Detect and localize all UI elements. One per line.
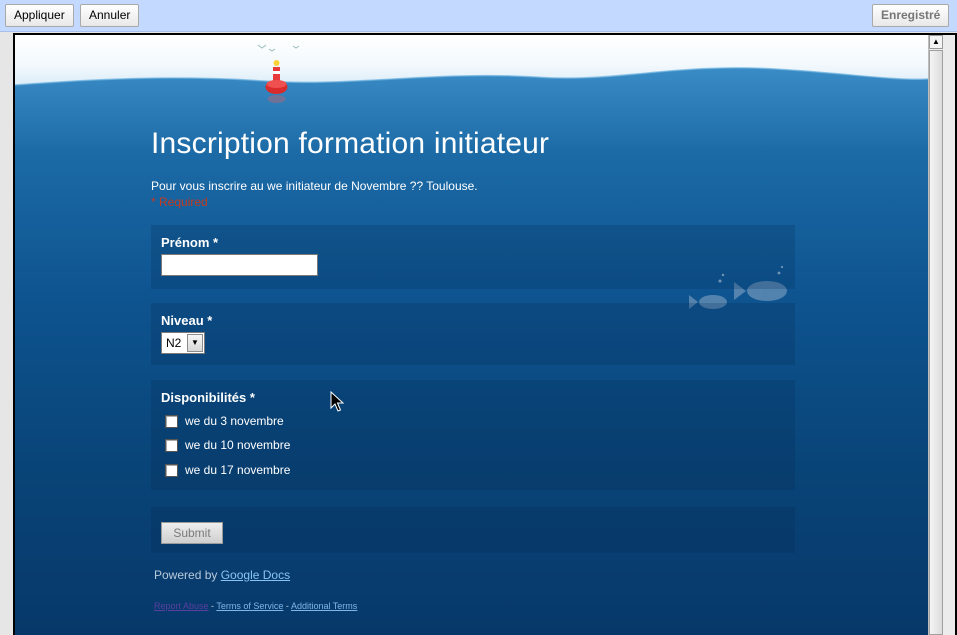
saved-button[interactable]: Enregistré bbox=[872, 4, 950, 27]
arrow-up-icon[interactable]: ▲ bbox=[929, 35, 943, 49]
required-note: * Required bbox=[151, 195, 208, 209]
required-star: * bbox=[207, 313, 213, 328]
form-description: Pour vous inscrire au we initiateur de N… bbox=[151, 179, 478, 193]
form-viewport: Inscription formation initiateur Pour vo… bbox=[15, 35, 928, 635]
dispo-option-label: we du 17 novembre bbox=[185, 463, 291, 477]
powered-prefix: Powered by bbox=[154, 568, 218, 582]
dispo-label: Disponibilités * bbox=[161, 390, 255, 405]
separator: - bbox=[283, 601, 291, 611]
prenom-input[interactable] bbox=[161, 254, 318, 276]
niveau-label-text: Niveau bbox=[161, 313, 204, 328]
prenom-label-text: Prénom bbox=[161, 235, 210, 250]
dispo-option-label: we du 3 novembre bbox=[185, 414, 284, 428]
form-title: Inscription formation initiateur bbox=[151, 127, 550, 160]
top-toolbar: Appliquer Annuler Enregistré bbox=[0, 0, 957, 32]
submit-button[interactable]: Submit bbox=[161, 522, 223, 544]
dispo-checkbox-3[interactable] bbox=[165, 464, 178, 477]
mouse-pointer-icon bbox=[330, 391, 344, 412]
report-abuse-link[interactable]: Report Abuse bbox=[154, 601, 209, 611]
submit-panel bbox=[151, 507, 795, 553]
cancel-button[interactable]: Annuler bbox=[80, 4, 140, 27]
footer-links: Report Abuse - Terms of Service - Additi… bbox=[154, 601, 357, 611]
google-docs-link[interactable]: Google Docs bbox=[221, 568, 290, 582]
niveau-label: Niveau * bbox=[161, 313, 212, 328]
niveau-select[interactable]: N2 ▼ bbox=[161, 332, 205, 354]
buoy-icon bbox=[257, 44, 300, 103]
dispo-checkbox-2[interactable] bbox=[165, 439, 178, 452]
apply-button[interactable]: Appliquer bbox=[5, 4, 74, 27]
preview-frame: Inscription formation initiateur Pour vo… bbox=[13, 33, 957, 635]
scrollbar-thumb[interactable] bbox=[929, 50, 943, 635]
prenom-label: Prénom * bbox=[161, 235, 218, 250]
required-star: * bbox=[213, 235, 219, 250]
powered-by: Powered by Google Docs bbox=[154, 568, 290, 582]
required-star: * bbox=[249, 390, 255, 405]
vertical-scrollbar[interactable]: ▲ bbox=[928, 35, 955, 635]
question-panel-niveau bbox=[151, 303, 795, 365]
dispo-option-label: we du 10 novembre bbox=[185, 438, 291, 452]
chevron-down-icon[interactable]: ▼ bbox=[187, 334, 203, 352]
niveau-selected-value: N2 bbox=[166, 336, 182, 350]
dispo-label-text: Disponibilités bbox=[161, 390, 247, 405]
additional-terms-link[interactable]: Additional Terms bbox=[291, 601, 357, 611]
dispo-checkbox-1[interactable] bbox=[165, 415, 178, 428]
terms-link[interactable]: Terms of Service bbox=[216, 601, 283, 611]
